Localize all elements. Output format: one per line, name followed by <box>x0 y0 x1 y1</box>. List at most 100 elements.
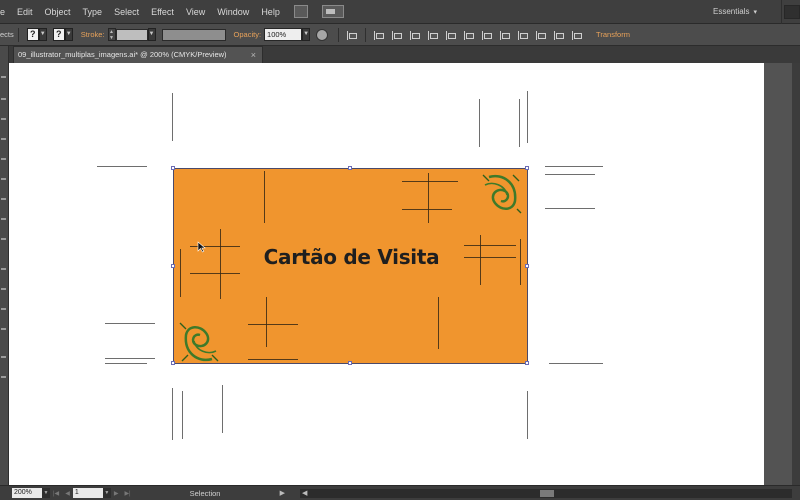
status-tool-label[interactable]: Selection <box>190 489 280 498</box>
stroke-weight-dropdown[interactable]: ▼ <box>147 28 156 41</box>
selection-handle[interactable] <box>348 361 352 365</box>
recolor-artwork-icon[interactable] <box>316 28 329 41</box>
zoom-dropdown[interactable]: ▼ <box>42 488 50 498</box>
last-artboard-icon[interactable]: ▶| <box>124 490 130 497</box>
zoom-field[interactable]: 200% <box>12 488 42 498</box>
crop-mark <box>172 93 173 141</box>
menu-select[interactable]: Select <box>108 0 145 24</box>
horizontal-distribute-center-icon[interactable] <box>553 29 565 41</box>
tool-marker[interactable] <box>1 308 6 310</box>
align-to-selection-icon[interactable] <box>346 29 358 41</box>
tool-marker[interactable] <box>1 356 6 358</box>
horizontal-align-left-icon[interactable] <box>373 29 385 41</box>
crop-mark <box>105 358 155 359</box>
selection-handle[interactable] <box>525 166 529 170</box>
tool-marker[interactable] <box>1 98 6 100</box>
horizontal-distribute-left-icon[interactable] <box>535 29 547 41</box>
tool-marker[interactable] <box>1 238 6 240</box>
tool-marker[interactable] <box>1 118 6 120</box>
fill-dropdown[interactable]: ▼ <box>38 28 47 41</box>
fill-unknown-box[interactable]: ? <box>26 28 39 41</box>
next-artboard-icon[interactable]: ▶ <box>114 490 119 497</box>
go-to-bridge-button[interactable] <box>293 5 308 18</box>
ornament-bottom-left[interactable] <box>178 321 222 365</box>
mouse-cursor-icon <box>197 241 206 253</box>
menu-view[interactable]: View <box>180 0 211 24</box>
transform-link[interactable]: Transform <box>596 30 630 39</box>
tool-marker[interactable] <box>1 218 6 220</box>
stroke-weight-field[interactable] <box>115 28 148 41</box>
selection-handle[interactable] <box>171 166 175 170</box>
vertical-distribute-bottom-icon[interactable] <box>517 29 529 41</box>
vertical-align-bottom-icon[interactable] <box>463 29 475 41</box>
artboard-number-field[interactable]: 1 <box>72 488 103 498</box>
tool-marker[interactable] <box>1 376 6 378</box>
menu-type[interactable]: Type <box>77 0 109 24</box>
vertical-scrollbar[interactable] <box>792 63 800 485</box>
selection-handle[interactable] <box>525 361 529 365</box>
vertical-align-center-icon[interactable] <box>445 29 457 41</box>
crop-mark <box>105 323 155 324</box>
arrange-documents-button[interactable] <box>321 5 344 18</box>
stroke-unknown-box[interactable]: ? <box>52 28 65 41</box>
status-menu-arrow-icon[interactable]: ▶ <box>280 489 285 497</box>
guide-line <box>248 324 298 325</box>
menu-edit[interactable]: Edit <box>11 0 39 24</box>
tool-marker[interactable] <box>1 198 6 200</box>
horizontal-align-center-icon[interactable] <box>391 29 403 41</box>
document-canvas[interactable]: Cartão de Visita <box>9 63 764 485</box>
menu-help[interactable]: Help <box>255 0 286 24</box>
selection-handle[interactable] <box>171 361 175 365</box>
scroll-left-icon[interactable]: ◀ <box>302 489 307 497</box>
crop-mark <box>519 99 520 147</box>
selection-handle[interactable] <box>525 264 529 268</box>
document-tab-title: 09_illustrator_multiplas_imagens.ai* @ 2… <box>18 50 227 59</box>
menu-object[interactable]: Object <box>39 0 77 24</box>
tool-marker[interactable] <box>1 76 6 78</box>
menu-file-fragment[interactable]: e <box>0 0 11 24</box>
vertical-align-top-icon[interactable] <box>427 29 439 41</box>
variable-width-profile-field[interactable] <box>161 28 226 41</box>
tool-marker[interactable] <box>1 178 6 180</box>
ornament-top-right[interactable] <box>479 171 523 215</box>
menu-window[interactable]: Window <box>211 0 255 24</box>
control-bar-fragment: ects <box>0 30 14 39</box>
card-title-text[interactable]: Cartão de Visita <box>174 245 529 269</box>
tool-marker[interactable] <box>1 328 6 330</box>
guide-line <box>438 297 439 349</box>
stroke-color-dropdown[interactable]: ▼ <box>64 28 73 41</box>
chevron-down-icon: ▾ <box>753 9 757 16</box>
menu-effect[interactable]: Effect <box>145 0 180 24</box>
tool-marker[interactable] <box>1 158 6 160</box>
guide-line <box>248 359 298 360</box>
search-input[interactable] <box>784 5 800 19</box>
selection-handle[interactable] <box>348 166 352 170</box>
artboard-dropdown[interactable]: ▼ <box>102 488 111 498</box>
stroke-label[interactable]: Stroke: <box>81 30 105 39</box>
close-icon[interactable]: × <box>251 47 256 63</box>
horizontal-scroll-thumb[interactable] <box>540 490 554 497</box>
opacity-dropdown[interactable]: ▼ <box>302 28 311 41</box>
vertical-distribute-top-icon[interactable] <box>481 29 493 41</box>
first-artboard-icon[interactable]: |◀ <box>53 490 59 497</box>
previous-artboard-icon[interactable]: ◀ <box>65 490 70 497</box>
crop-mark <box>182 391 183 439</box>
selection-handle[interactable] <box>171 264 175 268</box>
document-tab-bar: 09_illustrator_multiplas_imagens.ai* @ 2… <box>9 46 800 63</box>
vertical-distribute-center-icon[interactable] <box>499 29 511 41</box>
opacity-label[interactable]: Opacity: <box>234 30 262 39</box>
stroke-weight-stepper[interactable]: ▲ ▼ <box>107 28 116 41</box>
horizontal-scrollbar[interactable]: ◀ <box>300 489 792 498</box>
business-card-artwork[interactable]: Cartão de Visita <box>171 166 529 365</box>
horizontal-align-right-icon[interactable] <box>409 29 421 41</box>
crop-mark <box>172 388 173 440</box>
opacity-field[interactable]: 100% <box>264 28 303 41</box>
tool-marker[interactable] <box>1 268 6 270</box>
workspace-switcher[interactable]: Essentials ▾ <box>713 0 782 24</box>
tool-marker[interactable] <box>1 288 6 290</box>
document-tab[interactable]: 09_illustrator_multiplas_imagens.ai* @ 2… <box>13 46 263 63</box>
status-bar: 200% ▼ |◀ ◀ 1 ▼ ▶ ▶| Selection ▶ ◀ <box>0 485 800 500</box>
crop-mark <box>97 166 147 167</box>
horizontal-distribute-right-icon[interactable] <box>571 29 583 41</box>
tool-marker[interactable] <box>1 138 6 140</box>
